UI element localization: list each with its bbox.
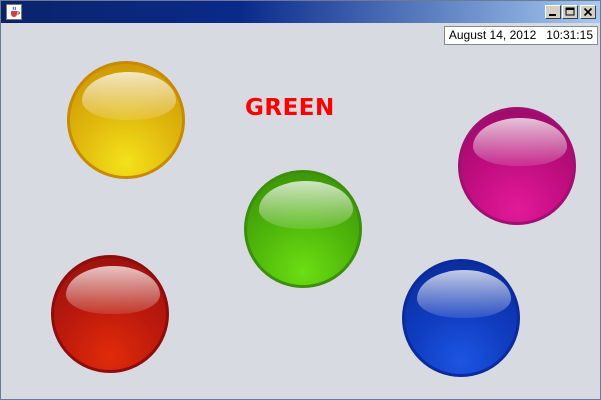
- date-text: August 14, 2012: [448, 28, 537, 42]
- maximize-icon: [565, 7, 575, 16]
- magenta-ball[interactable]: [458, 107, 576, 225]
- selected-color-label: GREEN: [245, 95, 335, 121]
- close-icon: [583, 7, 593, 17]
- time-text: 10:31:15: [546, 28, 593, 42]
- ball-highlight: [473, 118, 567, 166]
- yellow-ball[interactable]: [67, 61, 185, 179]
- ball-highlight: [66, 266, 160, 314]
- close-button[interactable]: [580, 5, 596, 19]
- blue-ball[interactable]: [402, 259, 520, 377]
- ball-highlight: [82, 72, 176, 120]
- ball-highlight: [259, 181, 353, 229]
- green-ball[interactable]: [244, 170, 362, 288]
- minimize-icon: [549, 14, 556, 16]
- date-time-display: August 14, 2012 10:31:15: [443, 26, 598, 45]
- app-window: August 14, 2012 10:31:15 GREEN: [0, 0, 601, 400]
- maximize-button[interactable]: [562, 5, 578, 19]
- title-bar[interactable]: [1, 1, 600, 23]
- ball-highlight: [417, 270, 511, 318]
- java-coffee-cup-icon[interactable]: [6, 4, 22, 20]
- minimize-button[interactable]: [545, 5, 561, 19]
- red-ball[interactable]: [51, 255, 169, 373]
